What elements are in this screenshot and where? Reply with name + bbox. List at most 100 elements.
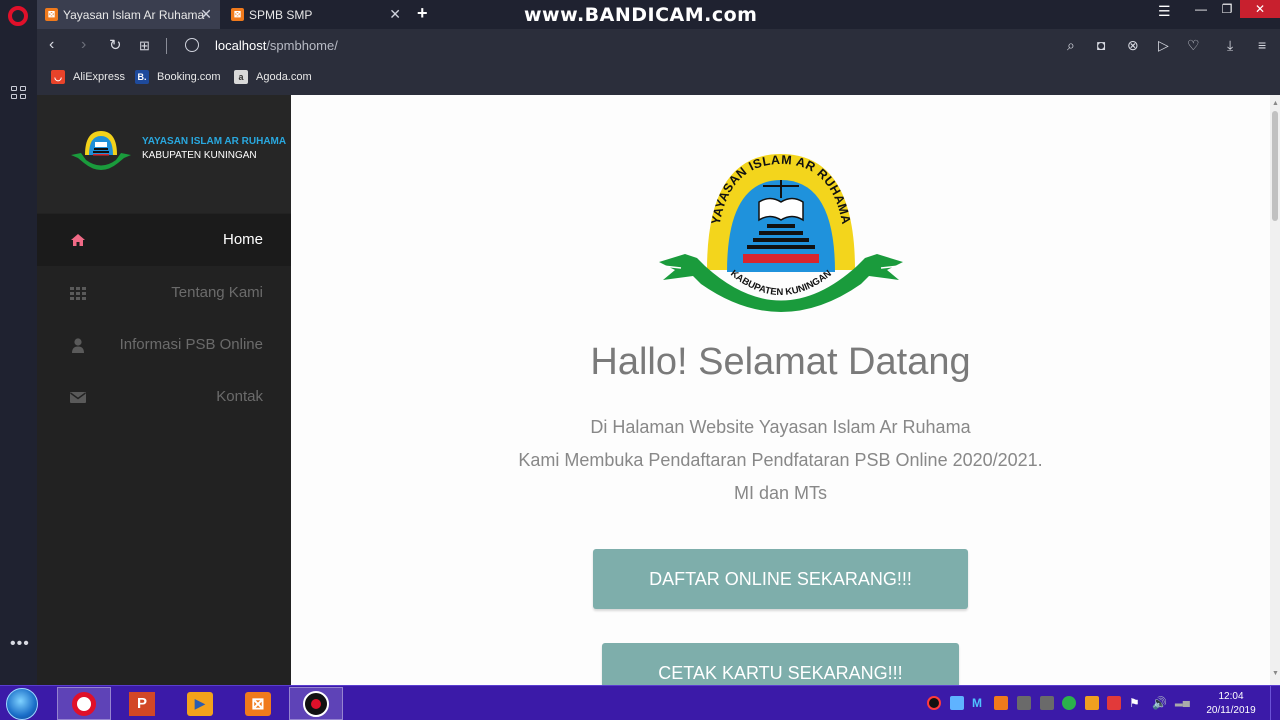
- media-player-icon: ▶: [187, 691, 213, 716]
- url-host: localhost: [215, 38, 267, 53]
- tray-red-app-icon[interactable]: [1107, 696, 1121, 710]
- bookmarks-bar: ◡ AliExpress B. Booking.com a Agoda.com: [37, 63, 1280, 92]
- tab-spmb-smp[interactable]: ⊠ SPMB SMP ✕: [223, 0, 409, 29]
- nav-label-home: Home: [222, 231, 263, 248]
- tabs-grid-icon[interactable]: ⊞: [139, 38, 150, 54]
- bookmark-label: Agoda.com: [256, 71, 312, 83]
- browser-tab-bar: ⊠ Yayasan Islam Ar Ruhama ✕ ⊠ SPMB SMP ✕…: [0, 0, 1280, 29]
- tray-record-icon[interactable]: [927, 696, 941, 710]
- new-tab-plus-icon[interactable]: +: [417, 3, 428, 24]
- tab-close-icon[interactable]: ✕: [389, 6, 401, 23]
- nav-item-kontak[interactable]: Kontak: [37, 371, 291, 423]
- reload-icon[interactable]: ↻: [109, 36, 122, 54]
- clock-date: 20/11/2019: [1206, 705, 1256, 716]
- toolbar-divider: [166, 38, 167, 54]
- tray-flag-icon[interactable]: ⚑: [1129, 696, 1143, 710]
- url-path: /spmbhome/: [266, 38, 338, 53]
- brand-name: YAYASAN ISLAM AR RUHAMA: [142, 136, 287, 147]
- yayasan-emblem-icon: YAYASAN ISLAM AR RUHAMA KABUPATEN KUNING…: [659, 153, 903, 312]
- nav-label-kontak: Kontak: [216, 388, 263, 405]
- minimize-icon[interactable]: —: [1188, 0, 1214, 18]
- tray-monitor-icon[interactable]: [1017, 696, 1031, 710]
- scroll-up-icon[interactable]: ▲: [1272, 100, 1279, 107]
- powerpoint-icon: P: [129, 691, 155, 716]
- url-field[interactable]: localhost/spmbhome/: [215, 38, 338, 53]
- print-card-button[interactable]: CETAK KARTU SEKARANG!!!: [602, 643, 959, 685]
- page-scrollbar[interactable]: ▲ ▼: [1270, 95, 1280, 685]
- bookmark-aliexpress[interactable]: ◡ AliExpress: [51, 70, 125, 84]
- window-controls: — ❐ ✕: [1188, 0, 1280, 18]
- xampp-favicon-icon: ⊠: [45, 8, 58, 21]
- scroll-down-icon[interactable]: ▼: [1272, 670, 1279, 677]
- main-content: YAYASAN ISLAM AR RUHAMA KABUPATEN KUNING…: [291, 95, 1270, 685]
- back-icon[interactable]: ‹: [49, 36, 54, 54]
- welcome-heading: Hallo! Selamat Datang: [590, 341, 971, 383]
- site-brand[interactable]: YAYASAN ISLAM AR RUHAMA KABUPATEN KUNING…: [37, 95, 291, 213]
- bookmark-agoda[interactable]: a Agoda.com: [234, 70, 312, 84]
- yayasan-logo-small-icon: [71, 131, 131, 170]
- nav-label-tentang-kami: Tentang Kami: [171, 284, 263, 301]
- bookmark-label: Booking.com: [157, 71, 221, 83]
- taskbar-media-player[interactable]: ▶: [173, 687, 227, 720]
- bandicam-icon: [303, 690, 329, 717]
- window-close-icon[interactable]: ✕: [1240, 0, 1280, 18]
- easy-setup-icon[interactable]: ☰: [1158, 3, 1171, 20]
- snapshot-camera-icon[interactable]: ◘: [1097, 37, 1105, 53]
- search-icon[interactable]: ⌕: [1067, 37, 1075, 54]
- tab-label: Yayasan Islam Ar Ruhama: [63, 7, 205, 22]
- tab-close-icon[interactable]: ✕: [200, 6, 212, 23]
- show-desktop-button[interactable]: [1270, 686, 1280, 720]
- tray-signal-icon[interactable]: ▂▄: [1175, 696, 1190, 710]
- windows-taskbar: P ▶ ⊠ M ⚑ 🔊 ▂▄ 12:04 20/11/2019: [0, 685, 1280, 720]
- nav-item-informasi-psb[interactable]: Informasi PSB Online: [37, 319, 291, 371]
- booking-icon: B.: [135, 70, 149, 84]
- bookmark-label: AliExpress: [73, 71, 125, 83]
- taskbar-clock[interactable]: 12:04 20/11/2019: [1198, 690, 1264, 718]
- opera-sidebar: •••: [0, 29, 37, 685]
- tab-yayasan[interactable]: ⊠ Yayasan Islam Ar Ruhama ✕: [37, 0, 220, 29]
- aliexpress-icon: ◡: [51, 70, 65, 84]
- tray-m-icon[interactable]: M: [972, 696, 986, 710]
- bandicam-watermark: www.BANDICAM.com: [524, 4, 758, 26]
- agoda-icon: a: [234, 70, 248, 84]
- tray-display-icon[interactable]: [1040, 696, 1054, 710]
- taskbar-bandicam[interactable]: [289, 687, 343, 720]
- site-info-globe-icon[interactable]: [185, 38, 199, 52]
- nav-label-informasi-psb: Informasi PSB Online: [119, 336, 263, 353]
- grid-icon: [70, 287, 86, 300]
- clock-time: 12:04: [1218, 691, 1244, 702]
- taskbar-opera[interactable]: [57, 687, 111, 720]
- brand-subtitle: KABUPATEN KUNINGAN: [142, 150, 257, 161]
- site-sidebar: YAYASAN ISLAM AR RUHAMA KABUPATEN KUNING…: [37, 95, 291, 685]
- opera-logo-icon[interactable]: [8, 6, 28, 26]
- nav-item-home[interactable]: Home: [37, 214, 291, 266]
- send-flow-icon[interactable]: ▷: [1158, 37, 1169, 54]
- nav-item-tentang-kami[interactable]: Tentang Kami: [37, 267, 291, 319]
- tray-orange-app-icon[interactable]: [1085, 696, 1099, 710]
- xampp-icon: ⊠: [245, 691, 271, 716]
- tray-volume-icon[interactable]: 🔊: [1152, 696, 1167, 710]
- address-bar: ‹ › ↻ ⊞ localhost/spmbhome/ ⌕ ◘ ⊗ ▷ ♡ ⤓ …: [37, 29, 1280, 63]
- intro-line-1: Di Halaman Website Yayasan Islam Ar Ruha…: [590, 417, 971, 437]
- register-online-button[interactable]: DAFTAR ONLINE SEKARANG!!!: [593, 549, 968, 609]
- menu-icon[interactable]: ≡: [1258, 37, 1266, 53]
- tray-green-app-icon[interactable]: [1062, 696, 1076, 710]
- speed-dial-icon[interactable]: [11, 86, 26, 99]
- adblock-icon[interactable]: ⊗: [1127, 37, 1139, 54]
- more-dots-icon[interactable]: •••: [10, 635, 30, 653]
- intro-line-2: Kami Membuka Pendaftaran Pendfataran PSB…: [518, 450, 1043, 470]
- tray-xampp-icon[interactable]: [994, 696, 1008, 710]
- tab-label: SPMB SMP: [249, 7, 313, 22]
- tray-network-app-icon[interactable]: [950, 696, 964, 710]
- home-icon: [71, 234, 85, 246]
- taskbar-xampp[interactable]: ⊠: [231, 687, 285, 720]
- heart-bookmark-icon[interactable]: ♡: [1187, 37, 1200, 54]
- forward-icon[interactable]: ›: [81, 36, 86, 54]
- download-icon[interactable]: ⤓: [1227, 37, 1233, 54]
- user-icon: [72, 338, 84, 353]
- start-button[interactable]: [6, 688, 38, 720]
- taskbar-powerpoint[interactable]: P: [115, 687, 169, 720]
- bookmark-booking[interactable]: B. Booking.com: [135, 70, 221, 84]
- restore-icon[interactable]: ❐: [1214, 0, 1240, 18]
- scrollbar-thumb[interactable]: [1272, 111, 1278, 221]
